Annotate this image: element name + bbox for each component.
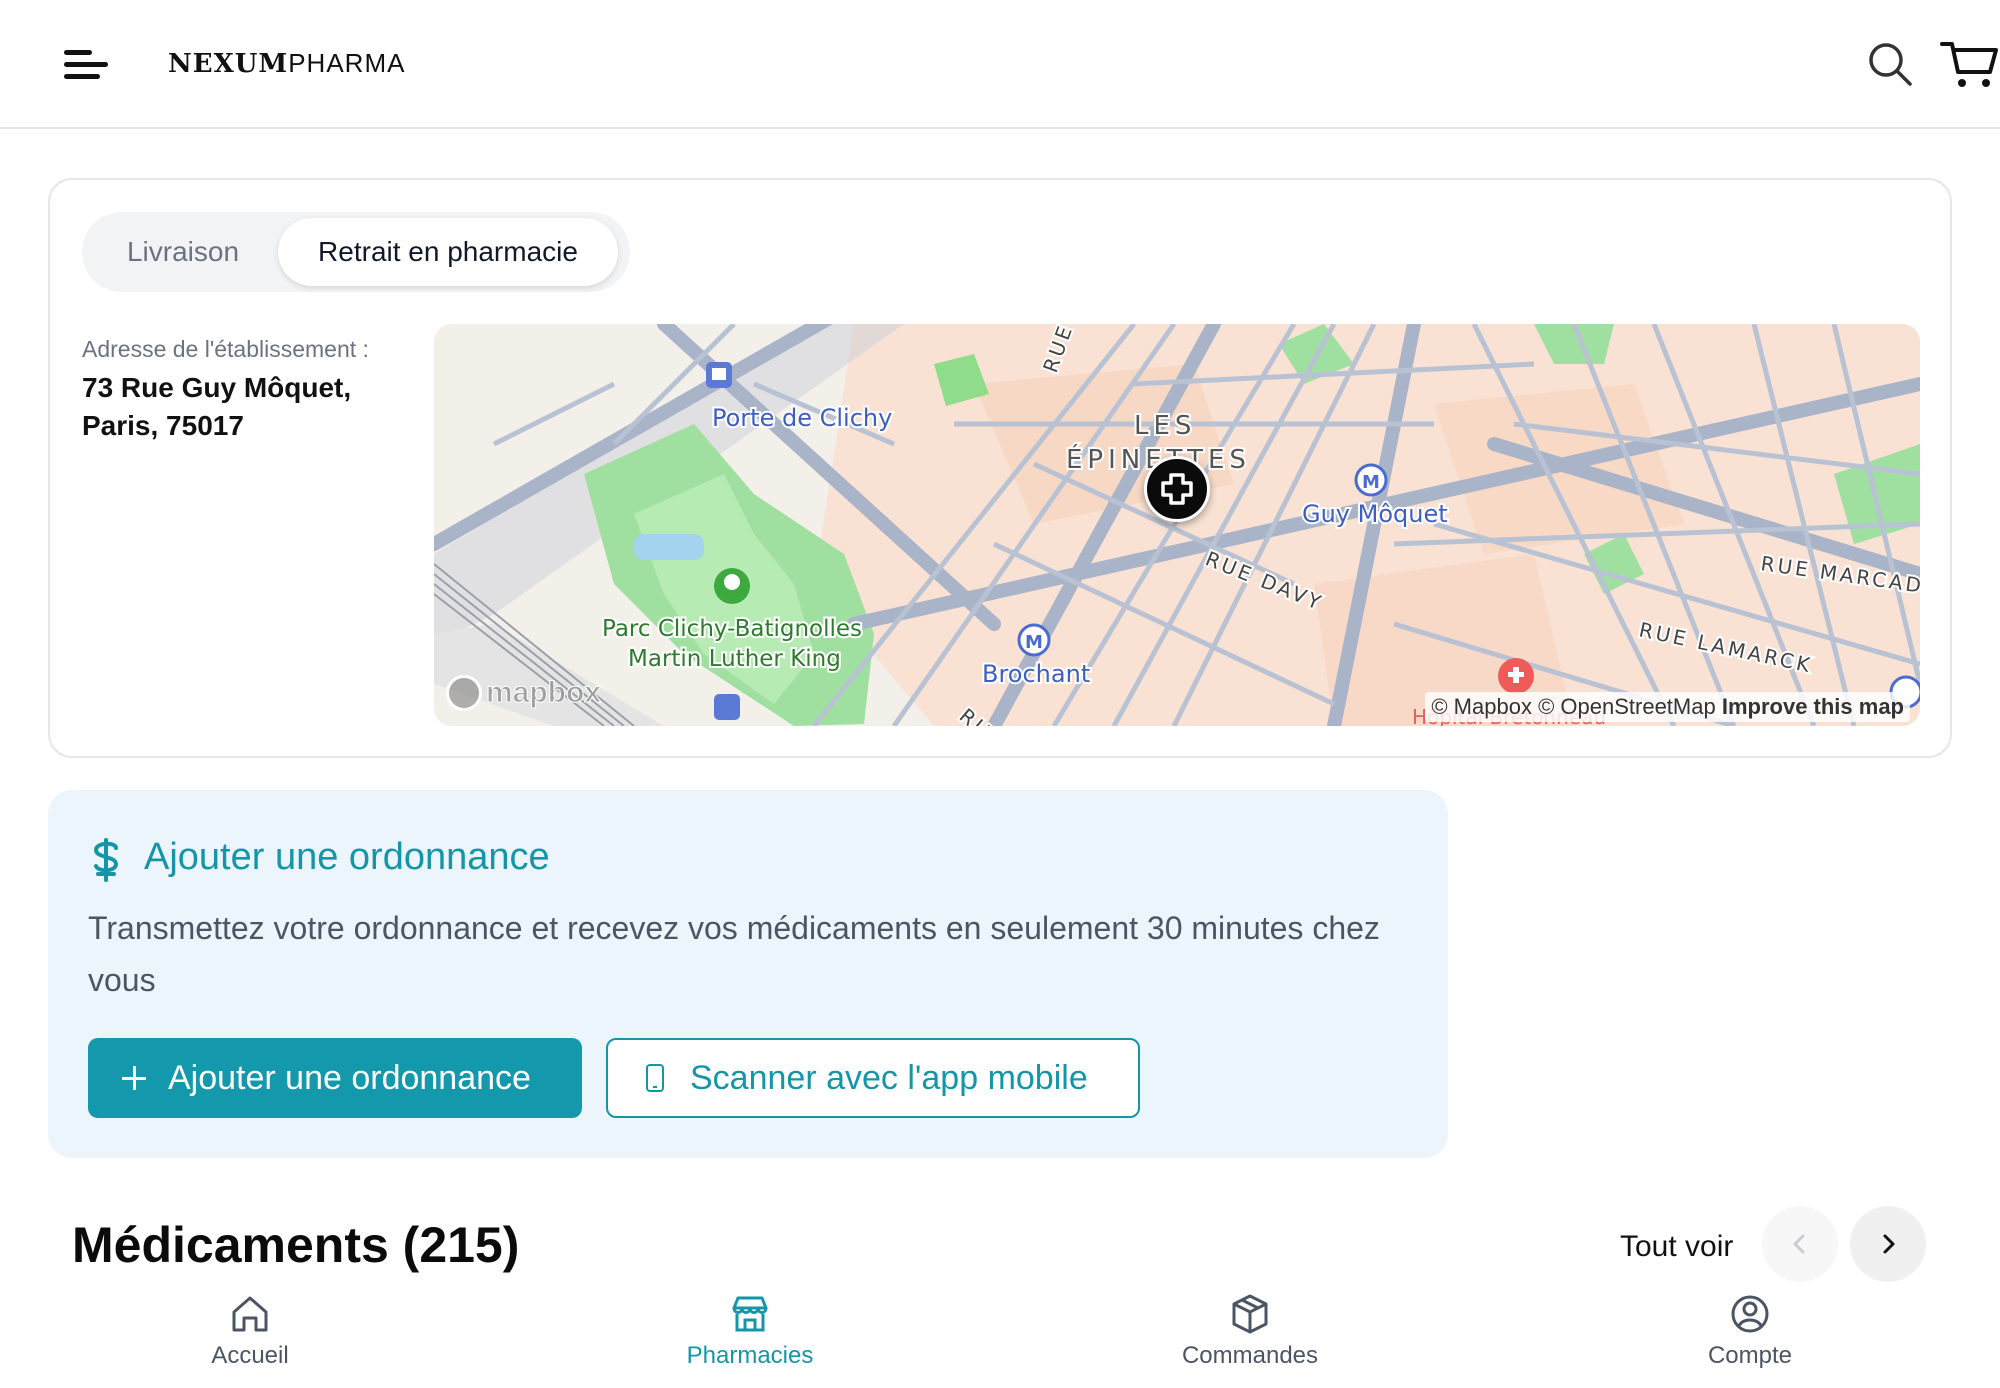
- user-circle-icon: [1731, 1295, 1769, 1333]
- search-icon[interactable]: [1862, 36, 1918, 92]
- scan-mobile-app-label: Scanner avec l'app mobile: [690, 1058, 1088, 1097]
- address-street: 73 Rue Guy Môquet,: [82, 372, 352, 403]
- mapbox-logo[interactable]: mapbox: [446, 674, 602, 712]
- menu-icon[interactable]: [64, 44, 112, 84]
- nav-commandes-label: Commandes: [1181, 1342, 1319, 1369]
- attribution-osm-link[interactable]: © OpenStreetMap: [1538, 694, 1716, 719]
- cart-icon[interactable]: [1940, 36, 2000, 92]
- label-porte-de-clichy: Porte de Clichy: [712, 404, 892, 432]
- prescription-panel: Ajouter une ordonnance Transmettez votre…: [48, 790, 1448, 1158]
- bottom-navigation: Accueil Pharmacies Commandes Compte: [0, 1282, 2000, 1388]
- medications-title: Médicaments (215): [72, 1217, 520, 1273]
- tram-station-icon: [714, 694, 740, 720]
- brand-logo[interactable]: NEXUMPHARMA: [168, 48, 405, 79]
- map-canvas: M M Porte de Clichy LES ÉPINETTES Guy Mô…: [434, 324, 1920, 726]
- pickup-card: Livraison Retrait en pharmacie Adresse d…: [48, 178, 1952, 758]
- scan-mobile-app-button[interactable]: Scanner avec l'app mobile: [606, 1038, 1140, 1118]
- improve-map-link[interactable]: Improve this map: [1722, 694, 1904, 719]
- top-header: NEXUMPHARMA: [0, 0, 2000, 129]
- label-parc-line2: Martin Luther King: [628, 646, 841, 672]
- store-icon: [732, 1296, 768, 1332]
- phone-icon: [646, 1064, 664, 1092]
- mapbox-logo-text: mapbox: [485, 676, 602, 710]
- nav-accueil-label: Accueil: [211, 1342, 289, 1369]
- add-prescription-label: Ajouter une ordonnance: [168, 1058, 531, 1097]
- delivery-mode-toggle: Livraison Retrait en pharmacie: [82, 212, 630, 292]
- prescription-icon: [88, 838, 124, 882]
- address-city: Paris, 75017: [82, 410, 244, 441]
- carousel-next-button[interactable]: [1850, 1206, 1926, 1282]
- label-guy-moquet: Guy Môquet: [1302, 500, 1448, 528]
- pharmacy-map[interactable]: M M Porte de Clichy LES ÉPINETTES Guy Mô…: [434, 324, 1920, 726]
- nav-compte-label: Compte: [1707, 1342, 1793, 1369]
- nav-compte[interactable]: Compte: [1600, 1292, 1900, 1382]
- tab-retrait-en-pharmacie[interactable]: Retrait en pharmacie: [278, 218, 618, 286]
- add-prescription-button[interactable]: Ajouter une ordonnance: [88, 1038, 582, 1118]
- address-label: Adresse de l'établissement :: [82, 336, 369, 362]
- brand-bold: NEXUM: [168, 49, 289, 79]
- svg-text:M: M: [1362, 472, 1380, 493]
- svg-text:M: M: [1025, 632, 1043, 653]
- chevron-right-icon: [1883, 1234, 1895, 1254]
- mapbox-logo-icon: [446, 675, 482, 711]
- plus-icon: [122, 1066, 146, 1090]
- chevron-left-icon: [1793, 1234, 1805, 1254]
- nav-pharmacies-label: Pharmacies: [686, 1342, 814, 1369]
- nav-accueil[interactable]: Accueil: [100, 1292, 400, 1382]
- label-les: LES: [1134, 411, 1196, 441]
- nav-pharmacies[interactable]: Pharmacies: [600, 1292, 900, 1382]
- home-icon: [232, 1296, 268, 1332]
- brand-light: PHARMA: [288, 48, 406, 78]
- label-brochant: Brochant: [982, 660, 1090, 688]
- see-all-link[interactable]: Tout voir: [1620, 1230, 1733, 1264]
- nav-commandes[interactable]: Commandes: [1100, 1292, 1400, 1382]
- package-icon: [1232, 1294, 1268, 1334]
- carousel-prev-button[interactable]: [1762, 1206, 1838, 1282]
- prescription-description: Transmettez votre ordonnance et recevez …: [88, 910, 1380, 998]
- label-parc-line1: Parc Clichy-Batignolles: [602, 616, 862, 642]
- map-attribution: © Mapbox © OpenStreetMap Improve this ma…: [1425, 692, 1910, 722]
- pharmacy-cross-icon[interactable]: [1144, 456, 1210, 522]
- prescription-title: Ajouter une ordonnance: [144, 836, 550, 878]
- tab-livraison[interactable]: Livraison: [88, 218, 278, 286]
- attribution-mapbox-link[interactable]: © Mapbox: [1431, 694, 1532, 719]
